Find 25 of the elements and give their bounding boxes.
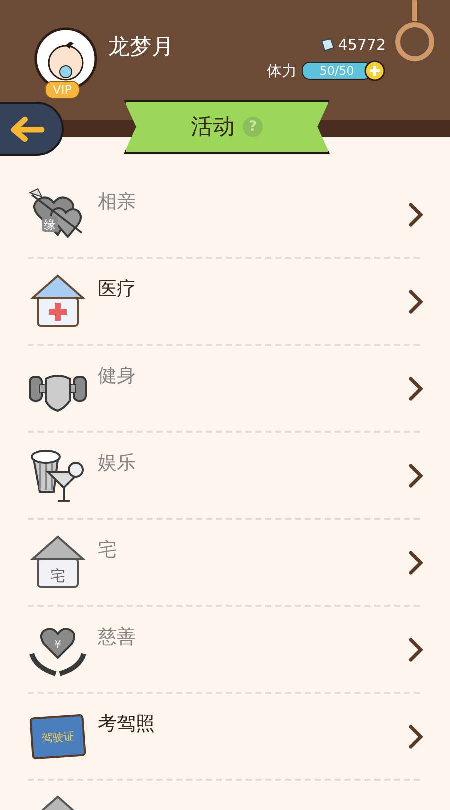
ring-icon: [393, 0, 437, 64]
chevron-right-icon[interactable]: [408, 724, 424, 750]
activity-label[interactable]: 医疗: [98, 276, 408, 302]
activity-label[interactable]: 宅: [98, 537, 408, 563]
activity-label[interactable]: 相亲: [98, 189, 408, 215]
banknote-icon: [320, 37, 336, 53]
vip-badge: VIP: [45, 81, 80, 99]
activity-label[interactable]: 健身: [98, 363, 408, 389]
stamina-label: 体力: [267, 62, 297, 80]
chevron-right-icon[interactable]: [408, 462, 424, 488]
player-name: 龙梦月: [108, 34, 174, 62]
chevron-right-icon[interactable]: [408, 202, 424, 228]
chevron-right-icon[interactable]: [408, 376, 424, 402]
activity-label[interactable]: 慈善: [98, 624, 408, 650]
chevron-right-icon[interactable]: [408, 636, 424, 662]
stamina-reading: 50/50: [318, 63, 356, 79]
back-button[interactable]: [0, 102, 64, 156]
chevron-right-icon[interactable]: [408, 288, 424, 314]
plus-icon[interactable]: [364, 60, 386, 82]
chevron-right-icon[interactable]: [408, 550, 424, 576]
page-title: 活动: [191, 114, 235, 142]
back-arrow-icon: [8, 115, 46, 143]
activity-label[interactable]: 娱乐: [98, 450, 408, 476]
money-amount: 45772: [338, 36, 386, 54]
activity-label[interactable]: 考驾照: [98, 711, 408, 737]
